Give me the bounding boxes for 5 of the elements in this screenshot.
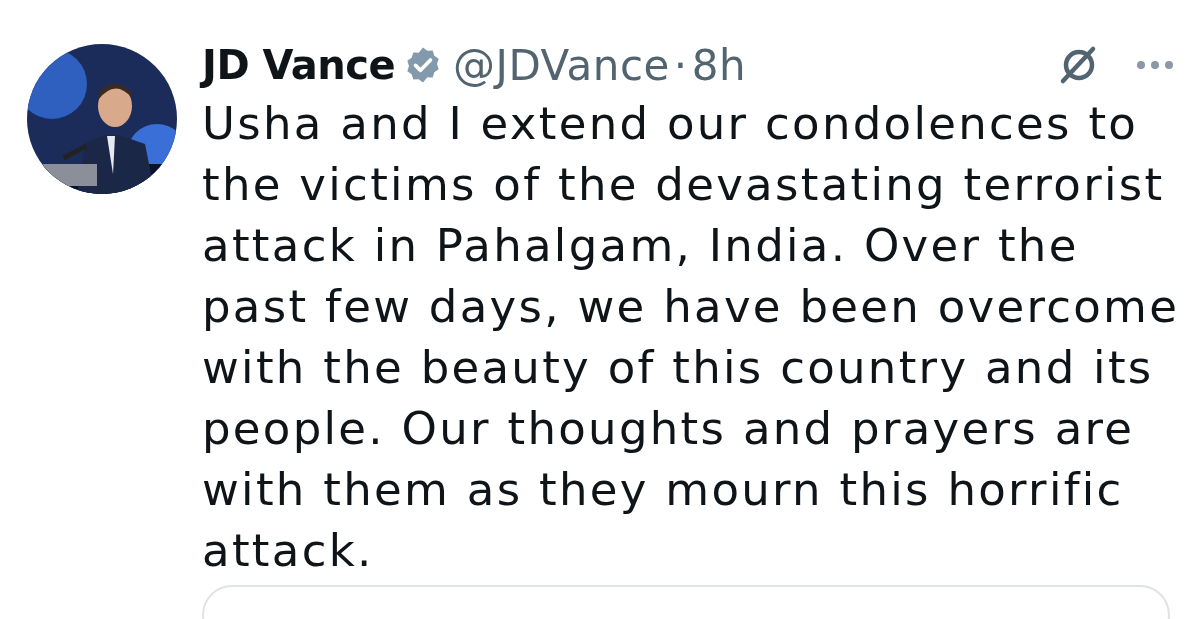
author-handle[interactable]: @JDVance xyxy=(453,40,670,90)
post-text: Usha and I extend our condolences to the victims of the devastating terrorist attack in Pahalgam, India. Over the past few days, we have been overcome with the beauty of this country and its people. Our thoughts and prayers are with them as they mourn this horrific attack. xyxy=(202,96,1181,579)
post-time[interactable]: 8h xyxy=(691,40,747,90)
separator-dot: · xyxy=(673,40,688,90)
more-icon[interactable] xyxy=(1135,59,1175,71)
